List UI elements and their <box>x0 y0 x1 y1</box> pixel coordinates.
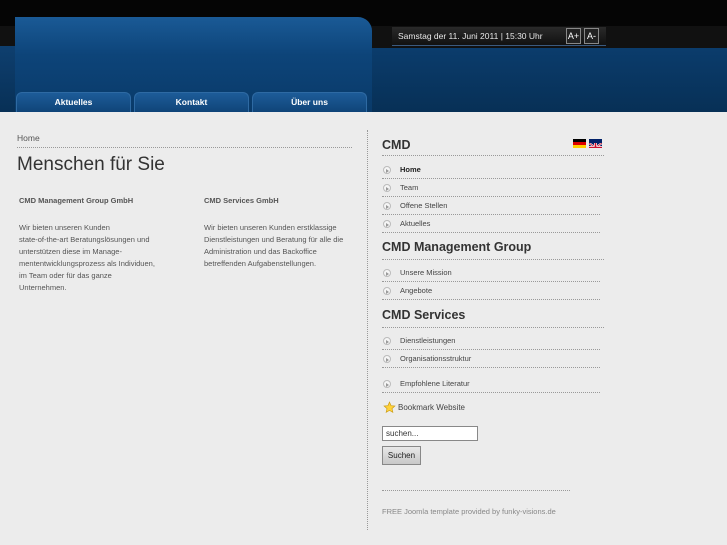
arrow-icon <box>383 184 391 192</box>
sidebar-heading-cmd: CMD <box>382 138 411 152</box>
sidebar-item-aktuelles[interactable]: Aktuelles <box>382 217 600 233</box>
sidebar-item-offene-stellen[interactable]: Offene Stellen <box>382 199 600 215</box>
sidebar-item-dienstleistungen[interactable]: Dienstleistungen <box>382 334 600 350</box>
sidebar-item-home[interactable]: Home <box>382 163 600 179</box>
content-area <box>0 112 727 545</box>
sidebar-heading-services: CMD Services <box>382 308 466 322</box>
column-text-services: Wir bieten unseren Kunden erstklassige D… <box>204 223 344 268</box>
footer-credit: FREE Joomla template provided by funky-v… <box>382 507 556 516</box>
header-left-edge <box>0 46 16 112</box>
arrow-icon <box>383 380 391 388</box>
column-heading-services: CMD Services GmbH <box>204 196 279 205</box>
date-text: Samstag der 11. Juni 2011 | 15:30 Uhr <box>398 31 543 41</box>
sidebar-item-team[interactable]: Team <box>382 181 600 197</box>
star-icon[interactable] <box>383 401 396 414</box>
column-text-management: Wir bieten unseren Kunden state-of-the-a… <box>19 223 155 292</box>
sidebar-heading-management: CMD Management Group <box>382 240 532 254</box>
nav-tab-aktuelles[interactable]: Aktuelles <box>16 92 131 112</box>
sidebar-item-angebote[interactable]: Angebote <box>382 284 600 300</box>
arrow-icon <box>383 287 391 295</box>
arrow-icon <box>383 337 391 345</box>
english-flag-icon[interactable] <box>589 139 602 148</box>
german-flag-icon[interactable] <box>573 139 586 148</box>
arrow-icon <box>383 166 391 174</box>
page-title: Menschen für Sie <box>17 154 165 175</box>
nav-tab-kontakt[interactable]: Kontakt <box>134 92 249 112</box>
arrow-icon <box>383 355 391 363</box>
footer-divider <box>382 490 570 491</box>
nav-tab-ueber-uns[interactable]: Über uns <box>252 92 367 112</box>
sidebar-item-unsere-mission[interactable]: Unsere Mission <box>382 266 600 282</box>
column-divider <box>367 130 368 530</box>
sidebar-item-empfohlene-literatur[interactable]: Empfohlene Literatur <box>382 377 600 393</box>
arrow-icon <box>383 269 391 277</box>
breadcrumb-divider <box>17 147 352 148</box>
sidebar-heading-divider <box>382 155 604 156</box>
font-increase-button[interactable]: A+ <box>566 28 581 44</box>
bookmark-link[interactable]: Bookmark Website <box>398 403 465 412</box>
search-button[interactable]: Suchen <box>382 446 421 465</box>
arrow-icon <box>383 220 391 228</box>
breadcrumb[interactable]: Home <box>17 133 40 143</box>
column-heading-management: CMD Management Group GmbH <box>19 196 134 205</box>
sidebar-item-organisationsstruktur[interactable]: Organisationsstruktur <box>382 352 600 368</box>
font-decrease-button[interactable]: A- <box>584 28 599 44</box>
header-right-panel <box>372 48 727 112</box>
search-input[interactable] <box>382 426 478 441</box>
arrow-icon <box>383 202 391 210</box>
sidebar-heading-divider <box>382 259 604 260</box>
sidebar-heading-divider <box>382 327 604 328</box>
